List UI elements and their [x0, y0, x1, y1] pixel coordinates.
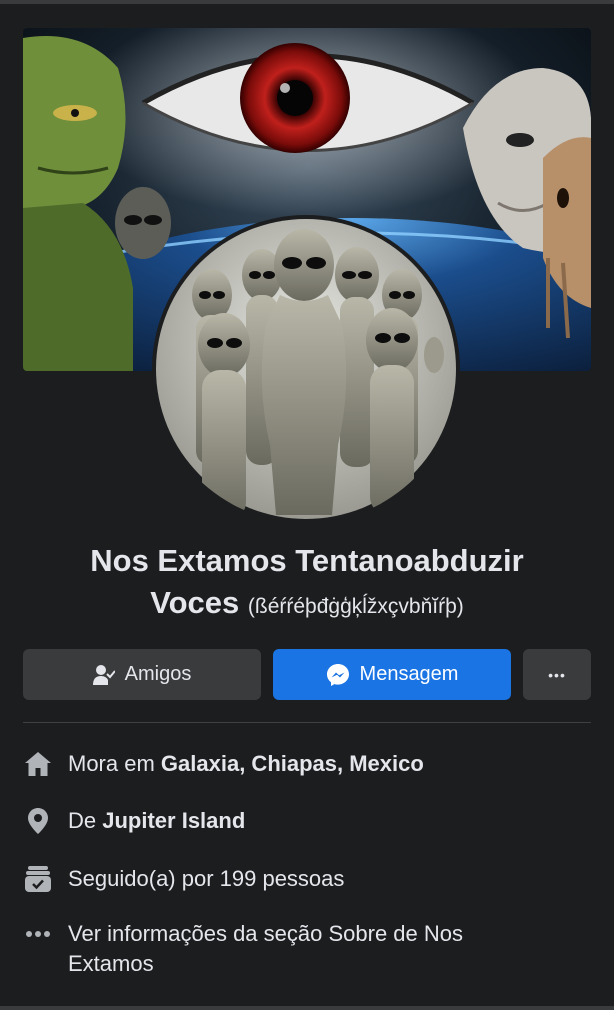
message-button[interactable]: Mensagem — [273, 649, 511, 700]
top-border — [0, 0, 614, 4]
info-see-about[interactable]: Ver informações da seção Sobre de Nos Ex… — [23, 919, 543, 979]
lives-in-prefix: Mora em — [68, 751, 161, 776]
profile-name-line2: Voces — [150, 585, 240, 620]
from-value[interactable]: Jupiter Island — [102, 808, 245, 833]
profile-screen: Nos Extamos Tentanoabduzir Voces (ßéŕŕéþ… — [0, 0, 614, 1010]
messenger-icon — [326, 663, 350, 687]
alternate-name: (ßéŕŕéþđġģķĺžxçvbňĭŕþ) — [247, 595, 464, 618]
bottom-border — [0, 1006, 614, 1010]
info-lives-in: Mora em Galaxia, Chiapas, Mexico — [23, 749, 591, 779]
friends-button-label: Amigos — [124, 663, 192, 685]
profile-picture-image — [156, 219, 456, 520]
followers-icon — [23, 864, 53, 894]
followers-text: Seguido(a) por 199 pessoas — [68, 866, 345, 891]
home-icon — [23, 749, 53, 779]
more-dots-icon — [23, 919, 53, 949]
location-pin-icon — [23, 806, 53, 836]
more-options-button[interactable]: ••• — [523, 649, 591, 700]
info-from: De Jupiter Island — [23, 806, 591, 836]
divider — [23, 722, 591, 723]
info-followers[interactable]: Seguido(a) por 199 pessoas — [23, 864, 591, 894]
profile-picture[interactable] — [152, 215, 460, 523]
more-dots-icon: ••• — [548, 666, 566, 683]
from-prefix: De — [68, 808, 103, 833]
lives-in-value[interactable]: Galaxia, Chiapas, Mexico — [161, 751, 424, 776]
friends-icon — [92, 664, 115, 686]
profile-name: Nos Extamos Tentanoabduzir Voces (ßéŕŕéþ… — [30, 540, 584, 628]
friends-button[interactable]: Amigos — [23, 649, 261, 700]
message-button-label: Mensagem — [359, 663, 459, 685]
see-about-text: Ver informações da seção Sobre de Nos Ex… — [68, 921, 464, 976]
profile-name-line1: Nos Extamos Tentanoabduzir — [90, 543, 524, 578]
